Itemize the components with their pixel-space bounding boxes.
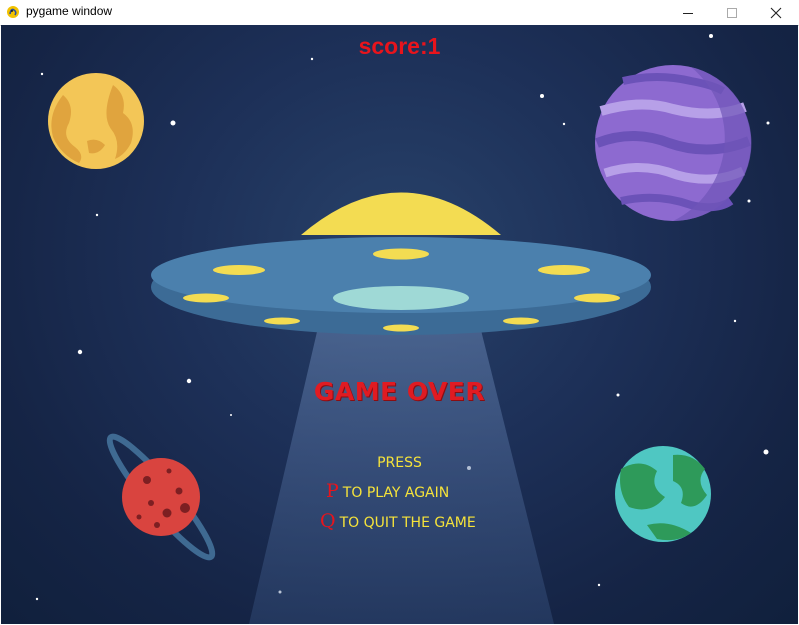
quit-key-letter: Q (320, 510, 336, 532)
maximize-icon (727, 8, 737, 18)
window-title: pygame window (26, 4, 113, 18)
quit-option: Q TO QUIT THE GAME (320, 510, 476, 532)
press-label: PRESS (377, 455, 422, 471)
ufo (151, 192, 651, 335)
pygame-snake-icon (7, 6, 19, 18)
score-display: score:1 (358, 33, 441, 59)
space-scene (35, 34, 770, 624)
yellow-planet (48, 73, 144, 169)
game-canvas[interactable]: score:1 GAME OVER PRESS P TO PLAY AGAIN Q… (1, 25, 798, 624)
close-icon (770, 7, 782, 19)
minimize-icon (683, 13, 693, 14)
play-key-letter: P (326, 480, 339, 502)
purple-planet (595, 65, 752, 222)
title-bar[interactable]: pygame window (0, 0, 799, 26)
quit-text: TO QUIT THE GAME (339, 515, 476, 531)
play-again-text: TO PLAY AGAIN (342, 485, 450, 501)
maximize-button[interactable] (709, 0, 755, 25)
red-ringed-planet (106, 433, 216, 561)
game-over-title: GAME OVER (313, 377, 486, 406)
close-button[interactable] (753, 0, 799, 25)
minimize-button[interactable] (665, 0, 711, 25)
pygame-window: pygame window score:1 GAME OVER PRESS P … (0, 0, 799, 625)
play-again-option: P TO PLAY AGAIN (326, 480, 449, 502)
